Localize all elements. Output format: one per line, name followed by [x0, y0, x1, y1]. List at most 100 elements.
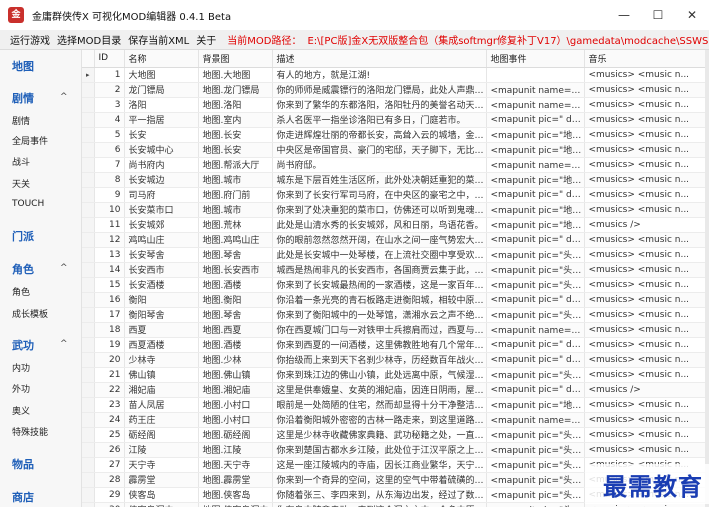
cell-name[interactable]: 衡阳 — [124, 292, 199, 308]
cell-description[interactable]: 此处是长安城中一处琴楼，在上流社交圈中享受欢迎... — [272, 247, 487, 263]
cell-id[interactable]: 11 — [94, 217, 125, 233]
cell-map-events[interactable]: <mapunit name="镖... — [486, 82, 585, 98]
cell-map-events[interactable]: <mapunit pic="头像... — [486, 457, 585, 473]
cell-name[interactable]: 苗人凤居 — [124, 397, 199, 413]
cell-music[interactable]: <musics> <music n... — [584, 337, 709, 353]
cell-map-events[interactable]: <mapunit pic="地图... — [486, 127, 585, 143]
cell-name[interactable]: 霹雳堂 — [124, 472, 199, 488]
cell-background[interactable]: 地图.侠客岛洞内 — [198, 502, 273, 507]
cell-id[interactable]: 27 — [94, 457, 125, 473]
table-row[interactable]: 18 西夏 地图.西夏 你在西夏城门口与一对铁甲士兵擦肩而过，西夏与北... <mapu… — [82, 322, 709, 338]
cell-background[interactable]: 地图.城市 — [198, 172, 273, 188]
cell-id[interactable]: 16 — [94, 292, 125, 308]
cell-map-events[interactable]: <mapunit pic=" descr... — [486, 352, 585, 368]
cell-description[interactable]: 你沿着一条光亮的青石板路走进衡阳城，相较中原而... — [272, 292, 487, 308]
cell-map-events[interactable]: <mapunit pic=" descr... — [486, 292, 585, 308]
cell-map-events[interactable]: <mapunit name="王... — [486, 97, 585, 113]
cell-description[interactable]: 杀人名医平一指坐诊洛阳已有多日，门庭若市。 — [272, 112, 487, 128]
cell-background[interactable]: 地图.荒林 — [198, 217, 273, 233]
cell-music[interactable]: <musics> <music n... — [584, 277, 709, 293]
cell-name[interactable]: 湘妃庙 — [124, 382, 199, 398]
menu-select-mod-dir[interactable]: 选择MOD目录 — [57, 32, 121, 47]
cell-description[interactable]: 你来到了长安城最热闹的一家酒楼，这是一家百年老店... — [272, 277, 487, 293]
column-header-map-events[interactable]: 地图事件 — [486, 50, 585, 68]
cell-id[interactable]: 30 — [94, 502, 125, 507]
cell-map-events[interactable]: <mapunit pic="地图... — [486, 397, 585, 413]
chevron-up-icon[interactable]: ^ — [60, 92, 68, 102]
row-header[interactable]: ▸ — [82, 67, 95, 83]
cell-background[interactable]: 地图.长安 — [198, 127, 273, 143]
cell-name[interactable]: 长安城边 — [124, 172, 199, 188]
table-row[interactable]: 10 长安菜市口 地图.城市 你来到了处决重犯的菜市口，仿佛还可以听到鬼魂的... <m… — [82, 202, 709, 218]
cell-name[interactable]: 大地图 — [124, 67, 199, 83]
column-header-description[interactable]: 描述 — [272, 50, 487, 68]
cell-description[interactable]: 你的眼前忽然忽然开阔，在山水之间一座气势宏大的... — [272, 232, 487, 248]
row-header[interactable] — [82, 457, 95, 473]
cell-name[interactable]: 龙门镖局 — [124, 82, 199, 98]
chevron-up-icon[interactable]: ^ — [60, 263, 68, 273]
cell-description[interactable]: 这里是少林寺收藏佛家典籍、武功秘籍之处，一直以... — [272, 427, 487, 443]
cell-name[interactable]: 天宁寺 — [124, 457, 199, 473]
cell-background[interactable]: 地图.龙门镖局 — [198, 82, 273, 98]
cell-name[interactable]: 少林寺 — [124, 352, 199, 368]
cell-id[interactable]: 19 — [94, 337, 125, 353]
sidebar-group-items[interactable]: 物品 — [12, 456, 34, 472]
cell-map-events[interactable]: <mapunit name="程... — [486, 412, 585, 428]
cell-map-events[interactable]: <mapunit pic="地图... — [486, 172, 585, 188]
cell-music[interactable]: <musics> <music n... — [584, 292, 709, 308]
cell-background[interactable]: 地图.酒楼 — [198, 277, 273, 293]
cell-id[interactable]: 23 — [94, 397, 125, 413]
cell-map-events[interactable]: <mapunit pic="头像... — [486, 472, 585, 488]
cell-name[interactable]: 长安 — [124, 127, 199, 143]
cell-music[interactable]: <musics> <music n... — [584, 112, 709, 128]
cell-background[interactable]: 地图.长安西市 — [198, 262, 273, 278]
cell-name[interactable]: 洛阳 — [124, 97, 199, 113]
column-header-name[interactable]: 名称 — [124, 50, 199, 68]
cell-music[interactable]: <musics> <music n... — [584, 157, 709, 173]
cell-map-events[interactable]: <mapunit pic="头像... — [486, 502, 585, 507]
cell-map-events[interactable]: <mapunit pic=" descr... — [486, 382, 585, 398]
cell-description[interactable]: 你来到西夏的一间酒楼，这里佛教胜地有几个常年往... — [272, 337, 487, 353]
cell-background[interactable]: 地图.酒楼 — [198, 337, 273, 353]
sidebar-group-story[interactable]: 剧情 — [12, 90, 34, 106]
cell-background[interactable]: 地图.侠客岛 — [198, 487, 273, 503]
cell-background[interactable]: 地图.砺经阁 — [198, 427, 273, 443]
cell-id[interactable]: 29 — [94, 487, 125, 503]
cell-id[interactable]: 5 — [94, 127, 125, 143]
cell-background[interactable]: 地图.衡阳 — [198, 292, 273, 308]
table-row[interactable]: 21 佛山镇 地图.佛山镇 你来到珠江边的佛山小镇，此处远离中原，气候湿热... <ma… — [82, 367, 709, 383]
row-header[interactable] — [82, 127, 95, 143]
sidebar-group-shops[interactable]: 商店 — [12, 489, 34, 505]
cell-map-events[interactable]: <mapunit pic="地图... — [486, 217, 585, 233]
row-header[interactable] — [82, 262, 95, 278]
cell-map-events[interactable]: <mapunit pic="头像... — [486, 247, 585, 263]
cell-background[interactable]: 地图.琴舍 — [198, 307, 273, 323]
cell-map-events[interactable]: <mapunit pic="头像... — [486, 367, 585, 383]
cell-description[interactable]: 这里是供奉娥皇、女英的湘妃庙，因连日阴雨，屋顶... — [272, 382, 487, 398]
row-header[interactable] — [82, 277, 95, 293]
cell-name[interactable]: 侠客岛洞内 — [124, 502, 199, 507]
maximize-button[interactable]: ☐ — [641, 0, 675, 30]
cell-map-events[interactable]: <mapunit pic="地图... — [486, 142, 585, 158]
table-row[interactable]: 6 长安城中心 地图.长安 中央区是帝国官员、豪门的宅邸，天子脚下，无比恢... <ma… — [82, 142, 709, 158]
sidebar-item-internal-skills[interactable]: 内功 — [12, 361, 30, 374]
cell-music[interactable]: <musics /> — [584, 382, 709, 398]
row-header[interactable] — [82, 412, 95, 428]
cell-id[interactable]: 2 — [94, 82, 125, 98]
cell-map-events[interactable]: <mapunit name="大... — [486, 157, 585, 173]
cell-name[interactable]: 长安城中心 — [124, 142, 199, 158]
cell-music[interactable]: <musics> <music n... — [584, 142, 709, 158]
cell-map-events[interactable] — [486, 67, 585, 83]
row-header[interactable] — [82, 427, 95, 443]
cell-description[interactable]: 尚书府邸。 — [272, 157, 487, 173]
cell-background[interactable]: 地图.大地图 — [198, 67, 273, 83]
cell-id[interactable]: 25 — [94, 427, 125, 443]
cell-description[interactable]: 眼前是一处简陋的住宅，然而却显得十分干净整洁，... — [272, 397, 487, 413]
cell-music[interactable]: <musics> <music n... — [584, 82, 709, 98]
sidebar-item-external-skills[interactable]: 外功 — [12, 382, 30, 395]
cell-music[interactable]: <musics> <music n... — [584, 247, 709, 263]
cell-id[interactable]: 7 — [94, 157, 125, 173]
cell-name[interactable]: 长安琴舍 — [124, 247, 199, 263]
cell-id[interactable]: 28 — [94, 472, 125, 488]
row-header[interactable] — [82, 307, 95, 323]
